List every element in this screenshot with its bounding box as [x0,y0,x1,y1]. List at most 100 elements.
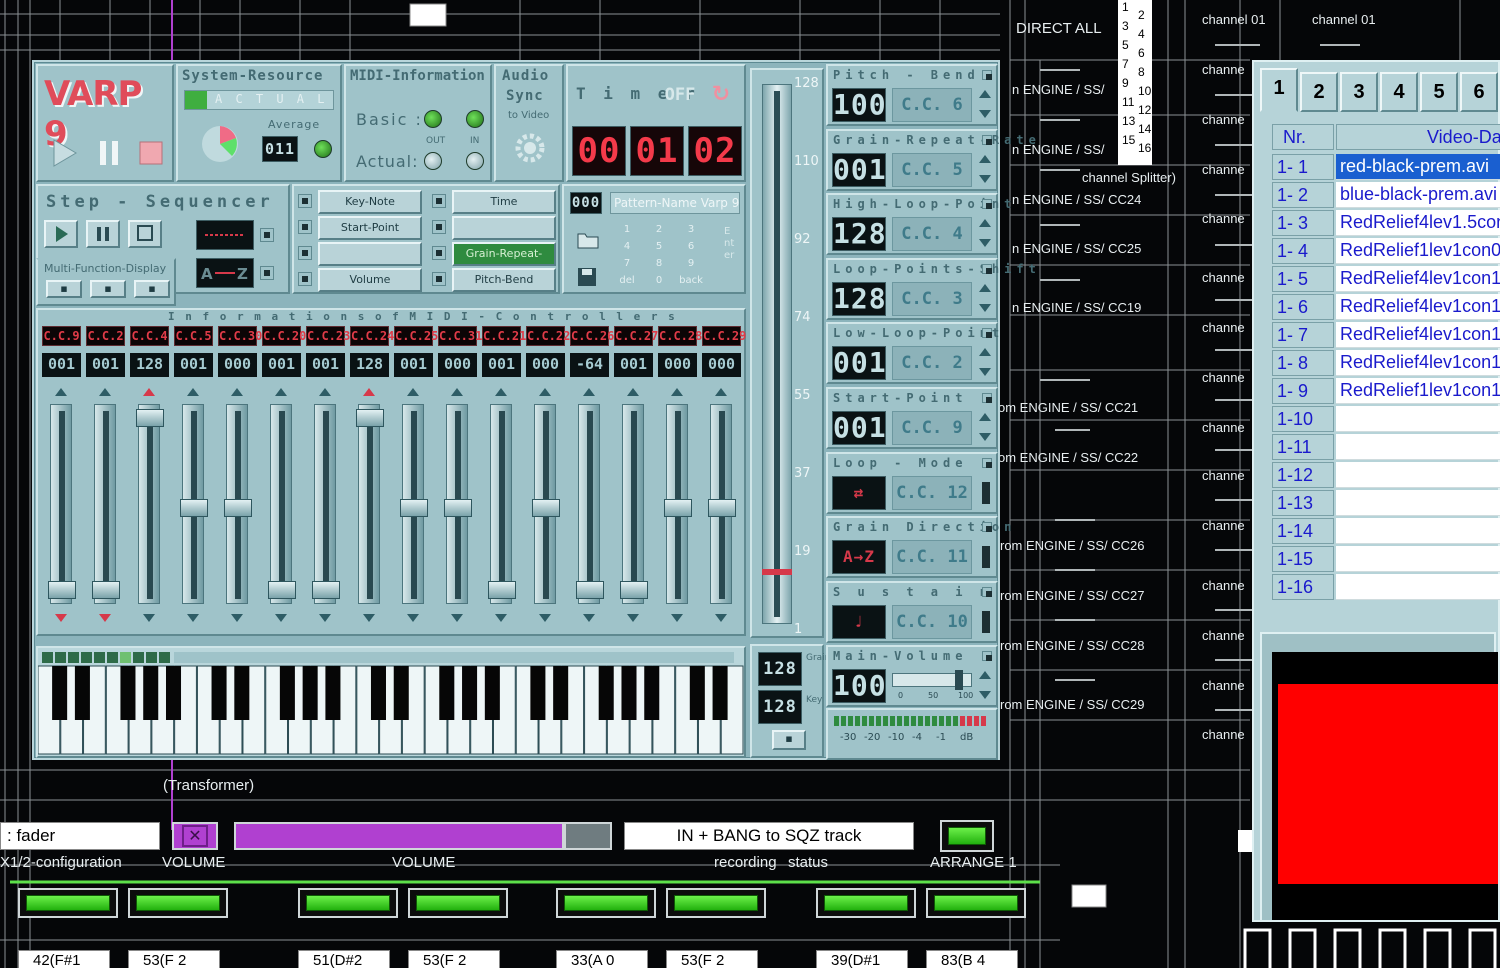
down-arrow-icon[interactable] [55,614,67,622]
black-key[interactable] [712,666,728,720]
up-arrow-icon[interactable] [715,388,727,396]
down-arrow-icon[interactable] [231,614,243,622]
main-volume-slider[interactable] [892,670,972,691]
seq-stop-button[interactable] [128,220,162,248]
param-spinner[interactable] [978,282,992,316]
video-tab[interactable]: 3 [1340,72,1378,112]
up-arrow-icon[interactable] [583,388,595,396]
cc-fader[interactable] [532,404,560,604]
fader-thumb[interactable] [664,498,692,517]
down-arrow-icon[interactable] [99,614,111,622]
cc-fader[interactable] [400,404,428,604]
black-key[interactable] [370,666,386,720]
fader-thumb[interactable] [576,581,604,600]
video-row-file[interactable]: RedRelief4lev1con1 [1336,322,1500,348]
down-arrow-icon[interactable] [979,174,991,183]
cc-fader[interactable] [92,404,120,604]
volume-toggle[interactable]: ✕ [172,822,218,850]
fader-thumb[interactable] [224,498,252,517]
seq-mode-toggle-2[interactable] [260,266,274,280]
black-key[interactable] [120,666,136,720]
video-row[interactable]: 1- 9 RedRelief1lev1con1 [1272,378,1500,404]
black-key[interactable] [325,666,341,720]
seq-param-toggle[interactable] [432,272,446,286]
down-arrow-icon[interactable] [715,614,727,622]
seq-pause-button[interactable] [86,220,120,248]
video-row[interactable]: 1-11 [1272,434,1500,460]
main-volume-thumb[interactable] [955,670,963,691]
down-arrow-icon[interactable] [319,614,331,622]
up-arrow-icon[interactable] [363,388,375,396]
seq-param-toggle[interactable] [298,220,312,234]
seq-param-button[interactable] [318,242,422,266]
up-arrow-icon[interactable] [979,154,991,163]
mfd-button-1[interactable]: ▪ [46,280,82,298]
video-row[interactable]: 1-14 [1272,518,1500,544]
video-row-file[interactable] [1336,406,1500,432]
gear-icon[interactable] [510,128,550,168]
fader-thumb[interactable] [268,581,296,600]
cc-fader[interactable] [312,404,340,604]
param-toggle[interactable] [982,610,990,633]
cc-fader[interactable] [48,404,76,604]
keypad-key[interactable]: back [676,273,706,289]
keypad-key[interactable]: 5 [644,239,674,255]
cc-fader[interactable] [576,404,604,604]
seq-mode-toggle-1[interactable] [260,228,274,242]
keypad-key[interactable]: del [612,273,642,289]
seq-param-toggle[interactable] [432,246,446,260]
video-row[interactable]: 1- 5 RedRelief4lev1con1 [1272,266,1500,292]
volume-slider[interactable] [234,822,606,850]
mfd-button-3[interactable]: ▪ [134,280,170,298]
black-key[interactable] [598,666,614,720]
down-arrow-icon[interactable] [979,368,991,377]
video-row[interactable]: 1- 7 RedRelief4lev1con1 [1272,322,1500,348]
fader-thumb[interactable] [620,581,648,600]
black-key[interactable] [279,666,295,720]
seq-play-button[interactable] [44,220,78,248]
video-row-file[interactable] [1336,574,1500,600]
green-toggle-button[interactable] [298,888,398,918]
param-spinner[interactable] [978,88,992,122]
up-arrow-icon[interactable] [407,388,419,396]
video-tab[interactable]: 1 [1260,68,1298,112]
mfd-button-2[interactable]: ▪ [90,280,126,298]
video-row-file[interactable] [1336,490,1500,516]
pause-icon[interactable] [94,138,124,168]
timer-off-button[interactable]: OFF [660,80,700,110]
seq-param-button[interactable] [452,216,556,240]
keypad-key[interactable]: 6 [676,239,706,255]
up-arrow-icon[interactable] [451,388,463,396]
seq-param-toggle[interactable] [432,194,446,208]
down-arrow-icon[interactable] [627,614,639,622]
down-arrow-icon[interactable] [979,303,991,312]
note-box[interactable]: 42(F#1 [18,950,110,968]
black-key[interactable] [74,666,90,720]
black-key[interactable] [165,666,182,720]
seq-param-toggle[interactable] [298,272,312,286]
down-arrow-icon[interactable] [539,614,551,622]
down-arrow-icon[interactable] [979,691,991,700]
down-arrow-icon[interactable] [979,110,991,118]
save-icon[interactable] [576,266,598,288]
down-arrow-icon[interactable] [187,614,199,622]
black-key[interactable] [143,666,159,720]
note-box[interactable]: 51(D#2 [298,950,390,968]
fader-box[interactable]: : fader [0,822,160,850]
cc-fader[interactable] [180,404,208,604]
stop-icon[interactable] [136,138,166,168]
note-box[interactable]: 83(B 4 [926,950,1018,968]
note-box[interactable]: 53(F 2 [128,950,220,968]
video-row[interactable]: 1-10 [1272,406,1500,432]
video-row[interactable]: 1- 4 RedRelief1lev1con0 [1272,238,1500,264]
video-row[interactable]: 1-13 [1272,490,1500,516]
video-row-file[interactable]: RedRelief4lev1con1 [1336,350,1500,376]
up-arrow-icon[interactable] [143,388,155,396]
video-row-file[interactable] [1336,518,1500,544]
keypad-key[interactable]: 3 [676,222,706,238]
fader-thumb[interactable] [488,581,516,600]
seq-param-toggle[interactable] [432,220,446,234]
black-key[interactable] [302,666,318,720]
keypad-key[interactable]: 4 [612,239,642,255]
bang-box[interactable]: IN + BANG to SQZ track [624,822,914,850]
